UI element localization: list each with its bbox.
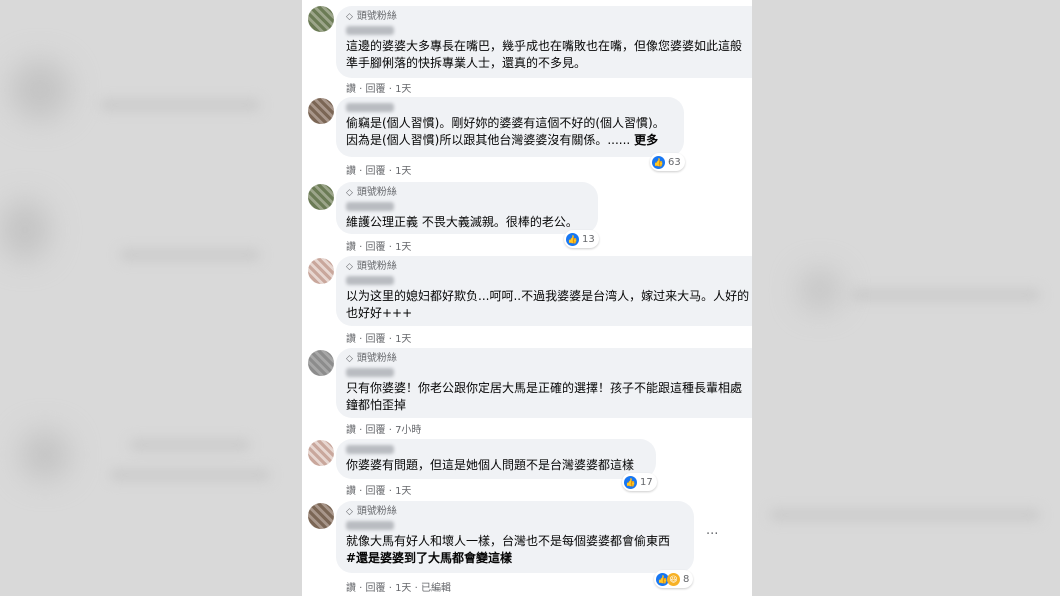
comment-text: 就像大馬有好人和壞人一樣，台灣也不是每個婆婆都會偷東西: [346, 534, 671, 548]
top-fan-badge: ◇ 頭號粉絲: [346, 505, 684, 519]
comment-bubble: ◇ 頭號粉絲 這邊的婆婆大多專長在嘴巴，幾乎成也在嘴敗也在嘴，但像您婆婆如此這般 …: [336, 6, 752, 78]
comment-text: #還是婆婆到了大馬都會變這樣: [346, 551, 513, 565]
top-fan-badge: ◇ 頭號粉絲: [346, 260, 752, 274]
diamond-icon: ◇: [346, 262, 353, 272]
comment-text: 因為是(個人習慣)所以跟其他台灣婆婆沒有關係。......: [346, 133, 631, 147]
diamond-icon: ◇: [346, 12, 353, 22]
comment-text: 維護公理正義 不畏大義滅親。很棒的老公。: [346, 215, 578, 229]
commenter-name[interactable]: [346, 103, 394, 112]
comment-bubble: 你婆婆有問題，但這是她個人問題不是台灣婆婆都這樣: [336, 439, 656, 479]
commenter-name[interactable]: [346, 202, 394, 211]
commenter-name[interactable]: [346, 445, 394, 454]
comment-bubble: ◇ 頭號粉絲 只有你婆婆！你老公跟你定居大馬是正確的選擇！孩子不能跟這種長輩相處 …: [336, 348, 752, 418]
reaction-number: 63: [668, 156, 681, 168]
comment-text: 以为这里的媳妇都好欺负...呵呵..不過我婆婆是台湾人，嫁过来大马。人好的: [346, 289, 750, 303]
comment-text: 準手腳俐落的快拆專業人士，還真的不多見。: [346, 56, 587, 70]
commenter-name[interactable]: [346, 276, 394, 285]
commenter-name[interactable]: [346, 26, 394, 35]
comment-actions[interactable]: 讚 · 回覆 · 1天: [346, 162, 411, 177]
comment-text-line: 因為是(個人習慣)所以跟其他台灣婆婆沒有關係。...... 更多: [346, 132, 674, 149]
avatar[interactable]: [308, 258, 334, 284]
reaction-count[interactable]: 👍 63: [650, 153, 685, 171]
like-icon: 👍: [624, 475, 637, 489]
see-more-link[interactable]: 更多: [634, 133, 658, 147]
comment-text: 這邊的婆婆大多專長在嘴巴，幾乎成也在嘴敗也在嘴，但像您婆婆如此這般: [346, 39, 743, 53]
avatar[interactable]: [308, 503, 334, 529]
reaction-count[interactable]: 👍 😆 8: [654, 570, 694, 588]
comment-text: 偷竊是(個人習慣)。剛好妳的婆婆有這個不好的(個人習慣)。: [346, 116, 665, 130]
comment-bubble: 偷竊是(個人習慣)。剛好妳的婆婆有這個不好的(個人習慣)。 因為是(個人習慣)所…: [336, 97, 684, 157]
comment-actions[interactable]: 讚 · 回覆 · 1天: [346, 80, 411, 95]
diamond-icon: ◇: [346, 507, 353, 517]
comment-actions[interactable]: 讚 · 回覆 · 1天 · 已編輯: [346, 579, 451, 594]
diamond-icon: ◇: [346, 354, 353, 364]
haha-icon: 😆: [667, 572, 680, 586]
avatar[interactable]: [308, 98, 334, 124]
top-fan-badge: ◇ 頭號粉絲: [346, 352, 752, 366]
badge-label: 頭號粉絲: [356, 187, 397, 198]
avatar[interactable]: [308, 350, 334, 376]
reaction-number: 13: [582, 233, 595, 245]
comment-bubble: ◇ 頭號粉絲 維護公理正義 不畏大義滅親。很棒的老公。: [336, 182, 598, 234]
badge-label: 頭號粉絲: [356, 353, 397, 364]
comment-bubble: ◇ 頭號粉絲 以为这里的媳妇都好欺负...呵呵..不過我婆婆是台湾人，嫁过来大马。…: [336, 256, 752, 326]
avatar[interactable]: [308, 184, 334, 210]
comment-text: 你婆婆有問題，但這是她個人問題不是台灣婆婆都這樣: [346, 458, 635, 472]
like-icon: 👍: [652, 155, 665, 169]
badge-label: 頭號粉絲: [356, 506, 397, 517]
badge-label: 頭號粉絲: [356, 11, 397, 22]
top-fan-badge: ◇ 頭號粉絲: [346, 186, 588, 200]
more-options-button[interactable]: ···: [706, 527, 718, 542]
comment-actions[interactable]: 讚 · 回覆 · 1天: [346, 330, 411, 345]
reaction-count[interactable]: 👍 17: [622, 473, 657, 491]
reaction-number: 17: [640, 476, 653, 488]
comment-bubble: ◇ 頭號粉絲 就像大馬有好人和壞人一樣，台灣也不是每個婆婆都會偷東西 #還是婆婆到…: [336, 501, 694, 573]
comment-text: 只有你婆婆！你老公跟你定居大馬是正確的選擇！孩子不能跟這種長輩相處: [346, 381, 743, 395]
comment-text: 鐘都怕歪掉: [346, 398, 407, 412]
reaction-number: 8: [683, 573, 690, 585]
commenter-name[interactable]: [346, 521, 394, 530]
comment-text: 也好好+++: [346, 306, 413, 320]
reaction-count[interactable]: 👍 13: [564, 230, 599, 248]
comment-actions[interactable]: 讚 · 回覆 · 1天: [346, 482, 411, 497]
comment-actions[interactable]: 讚 · 回覆 · 1天: [346, 238, 411, 253]
diamond-icon: ◇: [346, 188, 353, 198]
like-icon: 👍: [566, 232, 579, 246]
badge-label: 頭號粉絲: [356, 261, 397, 272]
comment-actions[interactable]: 讚 · 回覆 · 7小時: [346, 421, 421, 436]
comments-panel: ◇ 頭號粉絲 這邊的婆婆大多專長在嘴巴，幾乎成也在嘴敗也在嘴，但像您婆婆如此這般 …: [302, 0, 752, 596]
top-fan-badge: ◇ 頭號粉絲: [346, 10, 752, 24]
avatar[interactable]: [308, 6, 334, 32]
avatar[interactable]: [308, 440, 334, 466]
commenter-name[interactable]: [346, 368, 394, 377]
